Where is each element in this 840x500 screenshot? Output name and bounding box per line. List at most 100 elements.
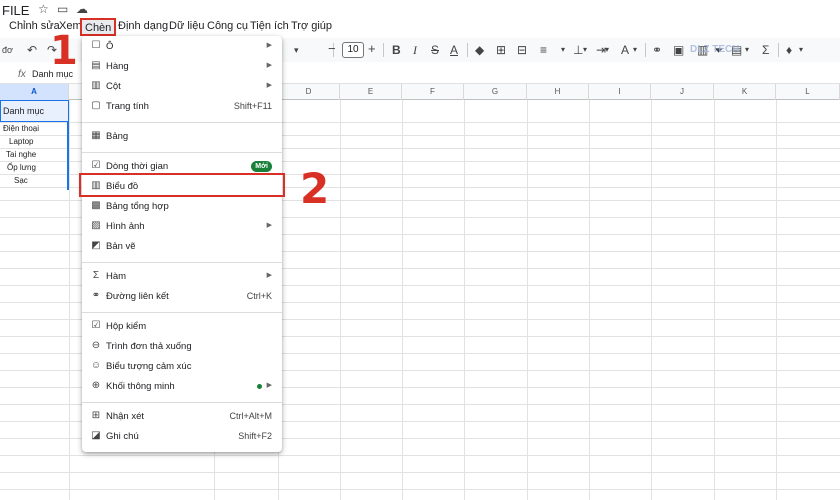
- link-icon: ⚭: [91, 290, 101, 301]
- italic-icon[interactable]: I: [413, 43, 417, 58]
- cloud-status-icon[interactable]: ☁: [76, 2, 88, 16]
- menu-item-smart-chips[interactable]: ⊕ Khối thông minh ▶: [82, 377, 282, 397]
- menu-item-table[interactable]: ▦ Bảng: [82, 127, 282, 147]
- step-1-annotation: 1: [50, 28, 78, 74]
- menu-extensions[interactable]: Tiện ích: [250, 20, 289, 32]
- new-indicator-dot: [257, 384, 262, 389]
- column-header-j[interactable]: J: [651, 84, 714, 100]
- menu-item-comment[interactable]: ⊞ Nhận xét Ctrl+Alt+M: [82, 407, 282, 427]
- note-icon: ◪: [91, 430, 101, 441]
- menu-item-sheet[interactable]: ▢ Trang tính Shift+F11: [82, 97, 282, 117]
- text-rotation-icon[interactable]: A: [621, 43, 629, 57]
- strikethrough-icon[interactable]: S: [431, 43, 439, 57]
- menu-item-row[interactable]: ▤ Hàng ▶: [82, 57, 282, 77]
- borders-icon[interactable]: ⊞: [496, 43, 506, 57]
- function-icon: fx: [18, 69, 26, 80]
- menu-item-drawing[interactable]: ◩ Bản vẽ: [82, 237, 282, 257]
- merge-cells-icon[interactable]: ⊟: [517, 43, 527, 57]
- column-header-a[interactable]: A: [0, 84, 69, 100]
- undo-icon[interactable]: ↶: [27, 43, 37, 57]
- menu-item-label: Bản vẽ: [106, 241, 136, 252]
- zoom-label[interactable]: đơ: [2, 45, 13, 55]
- column-header-g[interactable]: G: [464, 84, 527, 100]
- cell-a1[interactable]: Danh mục: [0, 100, 69, 122]
- cell-a3[interactable]: Laptop: [9, 137, 33, 146]
- grid-line: [589, 100, 590, 500]
- vertical-align-icon[interactable]: ⊥: [573, 43, 583, 57]
- column-header-l[interactable]: L: [776, 84, 840, 100]
- text-color-icon[interactable]: A: [450, 43, 458, 57]
- column-header-h[interactable]: H: [527, 84, 589, 100]
- chevron-down-icon[interactable]: ▾: [605, 45, 609, 54]
- menu-item-label: Bảng tổng hợp: [106, 201, 169, 212]
- menu-item-label: Đường liên kết: [106, 291, 169, 302]
- menu-tools[interactable]: Công cụ: [207, 20, 248, 32]
- menu-item-label: Khối thông minh: [106, 381, 175, 392]
- grid-line: [776, 100, 777, 500]
- grid-line: [651, 100, 652, 500]
- toolbar-divider: [645, 43, 646, 57]
- menu-item-label: Ô: [106, 41, 114, 52]
- menu-item-checkbox[interactable]: ☑ Hộp kiểm: [82, 317, 282, 337]
- column-header-k[interactable]: K: [714, 84, 776, 100]
- column-header-f[interactable]: F: [402, 84, 464, 100]
- font-family-select[interactable]: ▾: [294, 45, 299, 56]
- menu-data[interactable]: Dữ liệu: [169, 20, 205, 32]
- menu-item-pivot-table[interactable]: ▩ Bảng tổng hợp: [82, 197, 282, 217]
- toolbar-divider: [383, 43, 384, 57]
- menu-format[interactable]: Định dạng: [118, 20, 168, 32]
- menu-insert[interactable]: Chèn: [80, 18, 117, 36]
- functions-icon[interactable]: Σ: [762, 43, 769, 57]
- menu-item-emoji[interactable]: ☺ Biểu tượng cảm xúc: [82, 357, 282, 377]
- dropdown-list-icon: ⊖: [91, 340, 101, 351]
- star-icon[interactable]: ☆: [38, 2, 49, 16]
- text-input-tools-icon[interactable]: ♦: [786, 43, 792, 57]
- menu-help[interactable]: Trợ giúp: [291, 20, 332, 32]
- folder-icon[interactable]: ▭: [57, 2, 68, 16]
- menu-item-shortcut: Shift+F11: [233, 101, 272, 111]
- bold-icon[interactable]: B: [392, 43, 401, 57]
- insert-link-icon[interactable]: ⚭: [652, 43, 662, 57]
- column-header-i[interactable]: I: [589, 84, 651, 100]
- menu-item-link[interactable]: ⚭ Đường liên kết Ctrl+K: [82, 287, 282, 307]
- cell-a6[interactable]: Sạc: [14, 176, 28, 185]
- menu-item-label: Hình ảnh: [106, 221, 145, 232]
- horizontal-align-icon[interactable]: ≡: [540, 43, 547, 57]
- chevron-down-icon[interactable]: ▾: [745, 45, 749, 54]
- menu-item-cell[interactable]: ☐ Ô ▶: [82, 37, 282, 57]
- menu-item-note[interactable]: ◪ Ghi chú Shift+F2: [82, 427, 282, 447]
- submenu-arrow-icon: ▶: [266, 382, 272, 389]
- timeline-icon: ☑: [91, 160, 101, 171]
- insert-comment-icon[interactable]: ▣: [673, 43, 684, 57]
- submenu-arrow-icon: ▶: [266, 272, 272, 279]
- comment-icon: ⊞: [91, 410, 101, 421]
- column-header-e[interactable]: E: [340, 84, 402, 100]
- function-icon: Σ: [92, 270, 100, 281]
- cell-a5[interactable]: Ốp lưng: [7, 163, 36, 172]
- menu-item-dropdown[interactable]: ⊖ Trình đơn thả xuống: [82, 337, 282, 357]
- menu-item-label: Ghi chú: [106, 431, 139, 442]
- menu-item-function[interactable]: Σ Hàm ▶: [82, 267, 282, 287]
- chevron-down-icon[interactable]: ▾: [633, 45, 637, 54]
- cell-a4[interactable]: Tai nghe: [6, 150, 36, 159]
- menu-item-label: Trang tính: [106, 101, 149, 112]
- grid-line: [464, 100, 465, 500]
- cell-a2[interactable]: Điện thoại: [3, 124, 39, 133]
- drawing-icon: ◩: [91, 240, 101, 251]
- submenu-arrow-icon: ▶: [266, 42, 272, 49]
- column-header-d[interactable]: D: [278, 84, 340, 100]
- menu-item-column[interactable]: ▥ Cột ▶: [82, 77, 282, 97]
- step-2-annotation: 2: [300, 164, 330, 213]
- grid-line: [69, 100, 70, 500]
- menu-item-image[interactable]: ▨ Hình ảnh ▶: [82, 217, 282, 237]
- chevron-down-icon[interactable]: ▾: [799, 45, 803, 54]
- decrease-font-size-button[interactable]: −: [328, 41, 336, 56]
- chevron-down-icon[interactable]: ▾: [583, 45, 587, 54]
- chevron-down-icon[interactable]: ▾: [561, 45, 565, 54]
- menu-item-shortcut: Shift+F2: [238, 431, 272, 441]
- document-title[interactable]: FILE: [2, 3, 29, 18]
- checkbox-icon: ☑: [91, 320, 101, 331]
- increase-font-size-button[interactable]: +: [368, 41, 376, 56]
- font-size-input[interactable]: 10: [342, 42, 364, 58]
- fill-color-icon[interactable]: ◆: [475, 43, 484, 57]
